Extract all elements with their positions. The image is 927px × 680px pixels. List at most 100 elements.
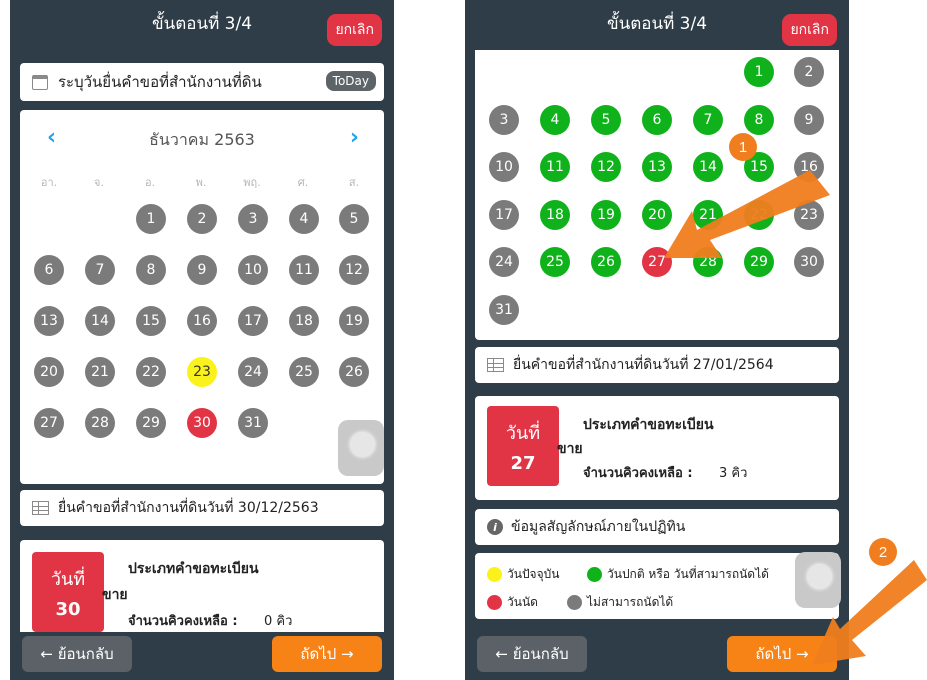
calendar: 1 2 3 4 5 6 7 8 9 10 11 12 13 14 15 16 17 18 19 20 21 22 23 24 2…: [475, 50, 839, 340]
day-7-available[interactable]: 7: [693, 104, 723, 135]
day-15-unavailable[interactable]: 15: [136, 306, 166, 336]
day-24-unavailable[interactable]: 24: [238, 357, 268, 387]
day-9-unavailable[interactable]: 9: [187, 255, 217, 285]
day-20-unavailable[interactable]: 20: [34, 357, 64, 387]
next-button[interactable]: ถัดไป →: [272, 636, 382, 672]
back-button[interactable]: ← ย้อนกลับ: [22, 636, 132, 672]
day-22-available[interactable]: 22: [744, 199, 774, 230]
next-month-icon[interactable]: ›: [350, 125, 359, 150]
day-3-unavailable[interactable]: 3: [238, 204, 268, 234]
month-label: ธันวาคม 2563: [149, 130, 255, 149]
calendar-icon: [32, 74, 48, 90]
day-1-unavailable[interactable]: 1: [136, 204, 166, 234]
day-28-available[interactable]: 28: [693, 247, 723, 277]
legend-info-bar: i ข้อมูลสัญลักษณ์ภายในปฏิทิน: [475, 509, 839, 545]
day-11-unavailable[interactable]: 11: [289, 255, 319, 285]
day-30-unavailable[interactable]: 30: [794, 247, 824, 277]
queue-label: จำนวนคิวคงเหลือ :: [128, 614, 238, 629]
request-type-label: ประเภทคำขอทะเบียน: [583, 417, 714, 433]
day-19-unavailable[interactable]: 19: [339, 306, 369, 336]
day-22-unavailable[interactable]: 22: [136, 357, 166, 387]
day-18-unavailable[interactable]: 18: [289, 306, 319, 336]
day-15-available[interactable]: 15: [744, 152, 774, 182]
back-button[interactable]: ← ย้อนกลับ: [477, 636, 587, 672]
day-25-unavailable[interactable]: 25: [289, 357, 319, 387]
request-type-value: ขาย: [102, 587, 128, 603]
day-26-available[interactable]: 26: [591, 247, 621, 277]
day-3-unavailable[interactable]: 3: [489, 104, 519, 135]
day-4-available[interactable]: 4: [540, 104, 570, 135]
floating-assistive-button[interactable]: [338, 420, 384, 476]
day-10-unavailable[interactable]: 10: [489, 152, 519, 182]
day-16-unavailable[interactable]: 16: [187, 306, 217, 336]
cancel-button[interactable]: ยกเลิก: [782, 14, 837, 46]
day-12-unavailable[interactable]: 12: [339, 255, 369, 285]
queue-value: 3 คิว: [719, 466, 748, 481]
day-14-available[interactable]: 14: [693, 152, 723, 182]
step-2-marker: [869, 538, 897, 566]
day-13-available[interactable]: 13: [642, 152, 672, 182]
day-17-unavailable[interactable]: 17: [489, 199, 519, 230]
day-20-available[interactable]: 20: [642, 199, 672, 230]
today-button[interactable]: ToDay: [325, 71, 376, 91]
day-8-available[interactable]: 8: [744, 104, 774, 135]
day-13-unavailable[interactable]: 13: [34, 306, 64, 336]
day-29-available[interactable]: 29: [744, 247, 774, 277]
day-29-unavailable[interactable]: 29: [136, 408, 166, 438]
day-21-unavailable[interactable]: 21: [85, 357, 115, 387]
queue-label: จำนวนคิวคงเหลือ :: [583, 466, 693, 481]
day-23-unavailable[interactable]: 23: [794, 199, 824, 230]
weekday-tue: อ.: [144, 176, 156, 189]
day-30-selected[interactable]: 30: [187, 408, 217, 438]
footer: ← ย้อนกลับ ถัดไป →: [465, 632, 849, 680]
legend-today: วันปัจจุบัน: [487, 565, 559, 584]
day-8-unavailable[interactable]: 8: [136, 255, 166, 285]
weekday-thu: พฤ.: [243, 176, 261, 189]
yellow-dot-icon: [487, 567, 502, 582]
day-5-unavailable[interactable]: 5: [339, 204, 369, 234]
date-select-bar: ระบุวันยื่นคำขอที่สำนักงานที่ดิน ToDay: [20, 63, 384, 101]
day-5-available[interactable]: 5: [591, 104, 621, 135]
day-badge: วันที่ 27: [487, 406, 559, 486]
day-14-unavailable[interactable]: 14: [85, 306, 115, 336]
day-2-unavailable[interactable]: 2: [794, 57, 824, 87]
weekday-sat: ส.: [348, 176, 360, 189]
day-26-unavailable[interactable]: 26: [339, 357, 369, 387]
day-18-available[interactable]: 18: [540, 199, 570, 230]
day-4-unavailable[interactable]: 4: [289, 204, 319, 234]
legend-selected: วันนัด: [487, 593, 538, 612]
day-31-unavailable[interactable]: 31: [489, 294, 519, 325]
day-16-unavailable[interactable]: 16: [794, 152, 824, 182]
day-badge-label: วันที่: [50, 569, 86, 590]
day-27-unavailable[interactable]: 27: [34, 408, 64, 438]
day-31-unavailable[interactable]: 31: [238, 408, 268, 438]
day-25-available[interactable]: 25: [540, 247, 570, 277]
footer: ← ย้อนกลับ ถัดไป →: [10, 632, 394, 680]
floating-assistive-button[interactable]: [795, 552, 841, 608]
day-19-available[interactable]: 19: [591, 199, 621, 230]
day-28-unavailable[interactable]: 28: [85, 408, 115, 438]
cancel-button[interactable]: ยกเลิก: [327, 14, 382, 46]
day-2-unavailable[interactable]: 2: [187, 204, 217, 234]
weekday-wed: พ.: [195, 176, 207, 189]
day-10-unavailable[interactable]: 10: [238, 255, 268, 285]
day-9-unavailable[interactable]: 9: [794, 104, 824, 135]
day-24-unavailable[interactable]: 24: [489, 247, 519, 277]
day-12-available[interactable]: 12: [591, 152, 621, 182]
day-badge-label: วันที่: [505, 423, 541, 444]
day-11-available[interactable]: 11: [540, 152, 570, 182]
green-dot-icon: [587, 567, 602, 582]
legend: วันปัจจุบัน วันปกติ หรือ วันที่สามารถนัด…: [475, 553, 839, 619]
day-23-today[interactable]: 23: [187, 357, 217, 387]
day-27-selected[interactable]: 27: [642, 247, 672, 277]
day-17-unavailable[interactable]: 17: [238, 306, 268, 336]
next-button[interactable]: ถัดไป →: [727, 636, 837, 672]
day-6-available[interactable]: 6: [642, 104, 672, 135]
date-select-label: ระบุวันยื่นคำขอที่สำนักงานที่ดิน: [58, 73, 262, 91]
day-7-unavailable[interactable]: 7: [85, 255, 115, 285]
day-1-available[interactable]: 1: [744, 57, 774, 87]
weekday-mon: จ.: [94, 176, 104, 189]
day-6-unavailable[interactable]: 6: [34, 255, 64, 285]
day-21-available[interactable]: 21: [693, 199, 723, 230]
filed-date-text: ยื่นคำขอที่สำนักงานที่ดินวันที่ 27/01/25…: [513, 357, 774, 373]
